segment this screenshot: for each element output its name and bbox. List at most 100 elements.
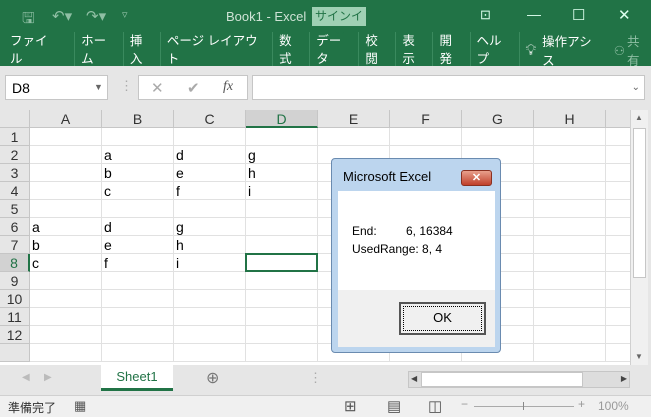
tab-insert[interactable]: 挿入 — [124, 32, 161, 68]
row-header[interactable]: 9 — [0, 272, 30, 290]
splitter-icon[interactable]: ⋮ — [309, 370, 322, 386]
expand-formula-icon[interactable]: ⌄ — [632, 82, 640, 93]
normal-view-icon[interactable]: ⊞ — [344, 397, 357, 415]
row-header[interactable] — [0, 344, 30, 362]
horizontal-scroll-thumb[interactable] — [421, 372, 583, 387]
enter-icon[interactable]: ✔ — [187, 79, 200, 97]
cell[interactable] — [534, 254, 606, 272]
cell[interactable] — [246, 326, 318, 344]
sheet-tab-sheet1[interactable]: Sheet1 — [101, 365, 173, 391]
cell[interactable]: f — [102, 254, 174, 272]
cell[interactable] — [534, 326, 606, 344]
page-break-view-icon[interactable]: ◫ — [428, 397, 442, 415]
cell[interactable] — [606, 164, 630, 182]
tab-developer[interactable]: 開発 — [433, 32, 471, 68]
minimize-icon[interactable]: — — [527, 6, 541, 22]
chevron-down-icon[interactable]: ▼ — [94, 82, 103, 92]
page-layout-view-icon[interactable]: ▤ — [387, 397, 401, 415]
cell[interactable]: h — [246, 164, 318, 182]
cancel-icon[interactable]: ✕ — [151, 79, 164, 97]
dialog-close-button[interactable]: ✕ — [461, 170, 492, 186]
tab-home[interactable]: ホーム — [75, 32, 124, 68]
cell[interactable]: b — [102, 164, 174, 182]
tab-page-layout[interactable]: ページ レイアウト — [161, 32, 274, 68]
row-header[interactable]: 7 — [0, 236, 30, 254]
row-header[interactable]: 5 — [0, 200, 30, 218]
tab-review[interactable]: 校閲 — [359, 32, 397, 68]
cell[interactable]: g — [174, 218, 246, 236]
cell[interactable] — [246, 218, 318, 236]
cell[interactable] — [102, 272, 174, 290]
cell[interactable] — [606, 344, 630, 362]
cell[interactable] — [102, 344, 174, 362]
cell[interactable] — [246, 344, 318, 362]
cell[interactable]: d — [174, 146, 246, 164]
column-header[interactable]: D — [246, 110, 318, 128]
column-header[interactable]: E — [318, 110, 390, 128]
cell[interactable]: c — [102, 182, 174, 200]
column-header[interactable]: G — [462, 110, 534, 128]
cell[interactable] — [606, 182, 630, 200]
cell[interactable]: f — [174, 182, 246, 200]
close-icon[interactable]: ✕ — [618, 6, 631, 24]
cell[interactable] — [534, 164, 606, 182]
signin-button[interactable]: サインイン — [312, 7, 366, 42]
cell[interactable] — [30, 200, 102, 218]
row-header[interactable]: 2 — [0, 146, 30, 164]
zoom-in-button[interactable]: + — [578, 397, 585, 411]
cell[interactable] — [30, 164, 102, 182]
prev-sheet-icon[interactable]: ◀ — [22, 372, 30, 383]
share-button[interactable]: 共有 — [625, 31, 651, 69]
cell[interactable] — [606, 290, 630, 308]
cell[interactable] — [174, 326, 246, 344]
cell[interactable]: c — [30, 254, 102, 272]
customize-qat-icon[interactable]: ▿ — [122, 8, 128, 21]
cell[interactable] — [606, 254, 630, 272]
column-header[interactable]: A — [30, 110, 102, 128]
cell[interactable] — [246, 308, 318, 326]
tab-help[interactable]: ヘルプ — [471, 32, 520, 68]
column-header[interactable]: C — [174, 110, 246, 128]
scroll-up-icon[interactable]: ▲ — [635, 113, 643, 122]
ok-button[interactable]: OK — [399, 302, 486, 335]
tab-data[interactable]: データ — [310, 32, 360, 68]
column-header[interactable]: B — [102, 110, 174, 128]
cell[interactable]: a — [102, 146, 174, 164]
cell[interactable] — [534, 182, 606, 200]
cell[interactable] — [534, 218, 606, 236]
tab-view[interactable]: 表示 — [396, 32, 434, 68]
cell[interactable] — [246, 200, 318, 218]
share-icon[interactable]: ⚇ — [614, 43, 625, 58]
cell[interactable] — [174, 290, 246, 308]
cell[interactable] — [174, 344, 246, 362]
cell[interactable]: e — [174, 164, 246, 182]
cell[interactable] — [30, 182, 102, 200]
undo-icon[interactable]: ↶▾ — [52, 7, 72, 25]
cell[interactable] — [534, 344, 606, 362]
cell[interactable] — [462, 128, 534, 146]
cell[interactable] — [102, 200, 174, 218]
cell[interactable] — [534, 146, 606, 164]
cell[interactable]: a — [30, 218, 102, 236]
scroll-left-icon[interactable]: ◀ — [411, 374, 417, 383]
cell[interactable]: d — [102, 218, 174, 236]
maximize-icon[interactable]: ☐ — [572, 6, 585, 24]
cell[interactable] — [30, 128, 102, 146]
row-header[interactable]: 8 — [0, 254, 30, 272]
column-header[interactable]: F — [390, 110, 462, 128]
cell[interactable] — [246, 236, 318, 254]
row-header[interactable]: 12 — [0, 326, 30, 344]
column-header[interactable] — [606, 110, 630, 128]
cell[interactable] — [102, 290, 174, 308]
zoom-out-button[interactable]: − — [461, 397, 468, 411]
cell[interactable]: e — [102, 236, 174, 254]
cell[interactable] — [246, 290, 318, 308]
cell[interactable]: i — [174, 254, 246, 272]
vertical-scrollbar[interactable]: ▲ ▼ — [630, 110, 648, 365]
cell[interactable] — [534, 290, 606, 308]
cell[interactable] — [102, 308, 174, 326]
row-header[interactable]: 4 — [0, 182, 30, 200]
zoom-slider[interactable] — [474, 406, 574, 407]
cell[interactable] — [102, 128, 174, 146]
cell[interactable] — [606, 200, 630, 218]
